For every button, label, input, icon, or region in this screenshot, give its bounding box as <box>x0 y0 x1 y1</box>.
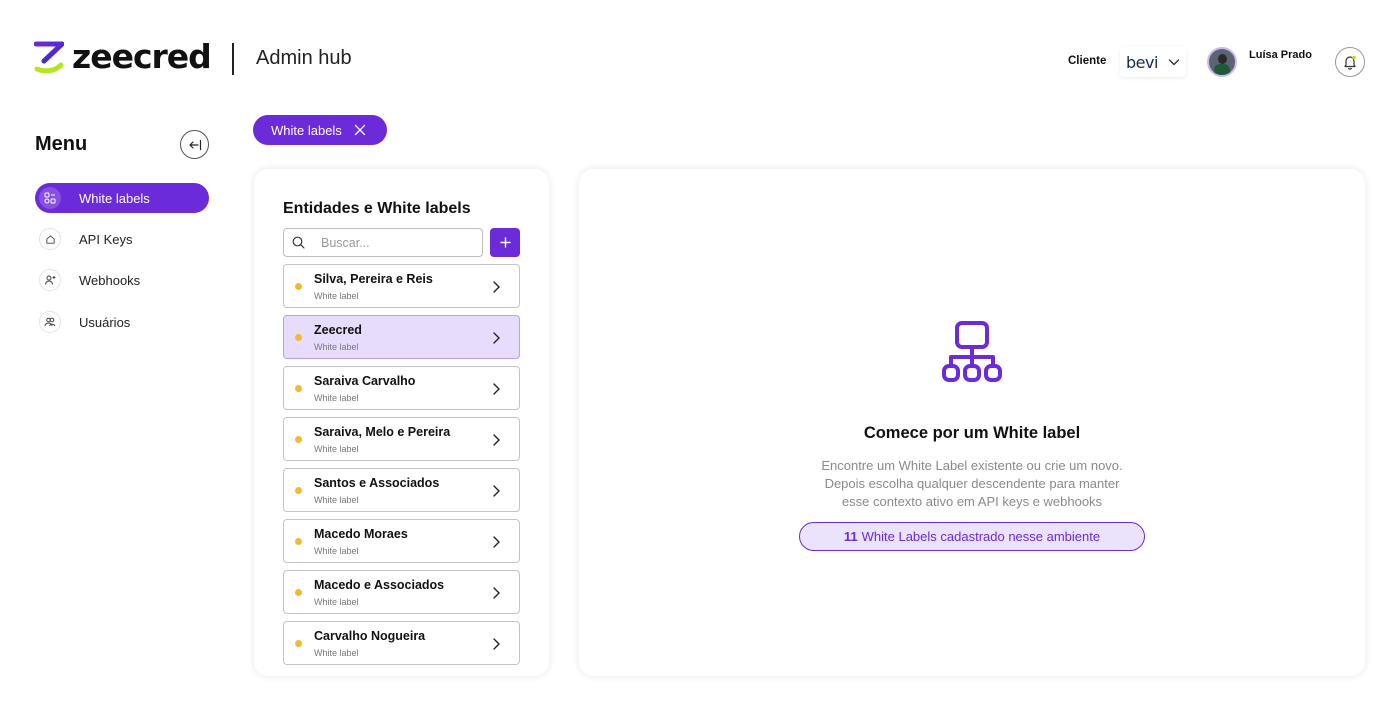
detail-panel: Comece por um White label Encontre um Wh… <box>579 169 1365 676</box>
avatar-head-shape <box>1218 54 1227 64</box>
white-label-count: 11 <box>843 529 858 544</box>
sidebar-item-api-keys[interactable]: API Keys <box>35 224 209 254</box>
chevron-right-icon <box>493 485 500 497</box>
users-icon <box>39 311 61 333</box>
description-line: esse contexto ativo em API keys e webhoo… <box>841 494 1103 509</box>
status-dot <box>295 640 302 647</box>
entity-name: Saraiva, Melo e Pereira <box>314 425 451 439</box>
chevron-right-icon <box>493 332 500 344</box>
collapse-left-icon <box>188 139 201 150</box>
entity-name: Silva, Pereira e Reis <box>314 272 433 286</box>
entity-list-item[interactable]: Macedo e Associados White label <box>283 570 520 614</box>
home-icon <box>39 228 61 250</box>
menu-title: Menu <box>35 133 88 155</box>
entity-name: Saraiva Carvalho <box>314 374 416 388</box>
client-name: bevi <box>1126 52 1158 72</box>
white-labels-icon <box>39 187 61 209</box>
entity-list-item[interactable]: Zeecred White label <box>283 315 520 359</box>
entity-list-item[interactable]: Saraiva Carvalho White label <box>283 366 520 410</box>
entity-type: White label <box>314 444 359 454</box>
white-label-count-text: White Labels cadastrado nesse ambiente <box>861 529 1101 544</box>
brand-logo: zeecred <box>34 37 212 76</box>
entity-type: White label <box>314 597 359 607</box>
entity-type: White label <box>314 342 359 352</box>
entity-name: Macedo e Associados <box>314 578 445 592</box>
notifications-button[interactable] <box>1335 47 1365 77</box>
entity-name: Carvalho Nogueira <box>314 629 426 643</box>
chevron-right-icon <box>493 587 500 599</box>
chevron-right-icon <box>493 281 500 293</box>
user-plus-icon <box>39 269 61 291</box>
sidebar-item-white-labels[interactable]: White labels <box>35 183 209 213</box>
status-dot <box>295 385 302 392</box>
entity-type: White label <box>314 393 359 403</box>
bell-icon <box>1344 55 1356 70</box>
entity-name: Zeecred <box>314 323 362 337</box>
client-label: Cliente <box>1068 55 1107 67</box>
sidebar-item-label: Webhooks <box>79 272 141 288</box>
entity-list-item[interactable]: Santos e Associados White label <box>283 468 520 512</box>
status-dot <box>295 334 302 341</box>
sidebar-item-usuarios[interactable]: Usuários <box>35 307 209 337</box>
description-line: Encontre um White Label existente ou cri… <box>821 458 1123 473</box>
user-avatar[interactable] <box>1207 47 1237 77</box>
entities-panel: Entidades e White labels Silva, Pereira … <box>254 169 549 676</box>
collapse-sidebar-button[interactable] <box>180 130 209 159</box>
add-white-label-button[interactable] <box>490 228 520 257</box>
entity-list-item[interactable]: Silva, Pereira e Reis White label <box>283 264 520 308</box>
status-dot <box>295 487 302 494</box>
chip-label: White labels <box>271 122 342 138</box>
filter-chip-white-labels[interactable]: White labels <box>253 115 387 145</box>
user-name[interactable]: Luísa Prado <box>1249 49 1312 61</box>
avatar-body-shape <box>1214 64 1230 75</box>
search-icon <box>292 236 305 249</box>
status-dot <box>295 436 302 443</box>
sidebar-item-webhooks[interactable]: Webhooks <box>35 265 209 295</box>
empty-state-description: Encontre um White Label existente ou cri… <box>579 457 1365 511</box>
description-line: Depois escolha qualquer descendente para… <box>824 476 1120 491</box>
plus-icon <box>499 237 511 248</box>
chevron-right-icon <box>493 536 500 548</box>
logo-wordmark: zeecred <box>72 37 212 76</box>
chevron-right-icon <box>493 638 500 650</box>
chevron-right-icon <box>493 383 500 395</box>
sidebar-item-label: Usuários <box>79 314 131 330</box>
search-input[interactable] <box>321 235 471 250</box>
sidebar-item-label: API Keys <box>79 231 133 247</box>
hub-title: Admin hub <box>256 47 352 69</box>
entity-type: White label <box>314 495 359 505</box>
status-dot <box>295 283 302 290</box>
chevron-down-icon <box>1168 59 1180 66</box>
entity-type: White label <box>314 291 359 301</box>
close-icon[interactable] <box>354 124 366 136</box>
client-select[interactable]: bevi <box>1120 47 1186 77</box>
zeecred-logo-icon <box>34 41 64 73</box>
empty-state-title: Comece por um White label <box>863 424 1081 442</box>
entity-list-item[interactable]: Macedo Moraes White label <box>283 519 520 563</box>
entity-type: White label <box>314 546 359 556</box>
entity-list-item[interactable]: Carvalho Nogueira White label <box>283 621 520 665</box>
entity-type: White label <box>314 648 359 658</box>
status-dot <box>295 538 302 545</box>
entity-name: Macedo Moraes <box>314 527 408 541</box>
entity-list-item[interactable]: Saraiva, Melo e Pereira White label <box>283 417 520 461</box>
entity-list: Silva, Pereira e Reis White label Zeecred W… <box>283 264 520 672</box>
status-dot <box>295 589 302 596</box>
hierarchy-icon <box>942 321 1002 382</box>
entity-name: Santos e Associados <box>314 476 440 490</box>
search-field[interactable] <box>283 228 483 257</box>
header-divider <box>232 43 234 75</box>
white-label-count-badge: 11 White Labels cadastrado nesse ambient… <box>799 522 1145 551</box>
sidebar-item-label: White labels <box>79 190 150 206</box>
chevron-right-icon <box>493 434 500 446</box>
entities-panel-title: Entidades e White labels <box>283 200 471 217</box>
